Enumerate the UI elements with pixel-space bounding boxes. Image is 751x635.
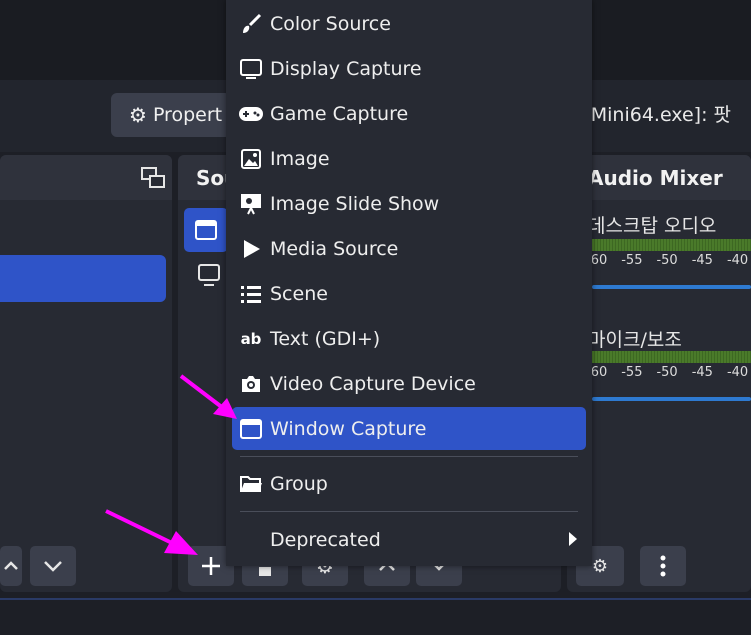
menu-item-group[interactable]: Group — [232, 462, 586, 505]
gears-icon: ⚙ — [591, 555, 609, 577]
menu-item-deprecated[interactable]: Deprecated — [232, 518, 586, 561]
volume-meter — [592, 239, 751, 251]
meter-ticks: -60 -55 -50 -45 -40 — [586, 253, 749, 268]
menu-separator — [240, 511, 578, 512]
volume-slider[interactable] — [592, 397, 751, 401]
status-bar — [0, 598, 751, 635]
menu-item-display-capture[interactable]: Display Capture — [232, 47, 586, 90]
properties-button[interactable]: ⚙ Propert — [111, 93, 231, 137]
volume-meter — [592, 351, 751, 363]
chevron-down-icon — [44, 561, 62, 572]
menu-item-media-source[interactable]: Media Source — [232, 227, 586, 270]
play-icon — [232, 238, 270, 260]
list-icon — [232, 284, 270, 304]
brush-icon — [232, 13, 270, 35]
undock-icon[interactable] — [141, 167, 165, 189]
gamepad-icon — [232, 106, 270, 122]
annotation-arrow-add-button — [105, 509, 198, 555]
volume-slider[interactable] — [592, 285, 751, 289]
gear-icon: ⚙ — [129, 103, 147, 127]
menu-item-color-source[interactable]: Color Source — [232, 2, 586, 45]
menu-item-scene[interactable]: Scene — [232, 272, 586, 315]
scene-move-down-button[interactable] — [30, 546, 76, 586]
menu-item-image-slide-show[interactable]: Image Slide Show — [232, 182, 586, 225]
menu-item-image[interactable]: Image — [232, 137, 586, 180]
audio-mixer-title: Audio Mixer — [588, 166, 723, 190]
properties-label: Propert — [152, 104, 223, 126]
image-icon — [232, 148, 270, 170]
scene-item-selected[interactable] — [0, 255, 166, 302]
annotation-arrow-window-capture — [179, 374, 237, 419]
submenu-arrow-icon — [568, 531, 578, 551]
monitor-icon — [198, 264, 220, 286]
chevron-up-icon — [4, 561, 18, 570]
menu-item-video-capture-device[interactable]: Video Capture Device — [232, 362, 586, 405]
source-item-display-capture[interactable] — [196, 262, 222, 292]
mixer-menu-button[interactable] — [640, 546, 686, 586]
folder-icon — [232, 474, 270, 494]
slideshow-icon — [232, 192, 270, 216]
source-item-window-capture[interactable] — [184, 208, 228, 252]
plus-icon — [202, 557, 220, 575]
text-icon: ab — [240, 329, 262, 348]
kebab-menu-icon — [660, 555, 666, 577]
menu-item-game-capture[interactable]: Game Capture — [232, 92, 586, 135]
meter-ticks: -60 -55 -50 -45 -40 — [586, 365, 749, 380]
window-icon — [195, 220, 217, 240]
menu-item-window-capture[interactable]: Window Capture — [232, 407, 586, 450]
menu-item-text-gdi[interactable]: ab Text (GDI+) — [232, 317, 586, 360]
mixer-channel-label: 데스크탑 오디오 — [588, 215, 717, 237]
monitor-icon — [232, 58, 270, 80]
scene-move-up-button[interactable] — [0, 546, 22, 586]
mixer-channel-label: 마이크/보조 — [588, 329, 682, 351]
menu-separator — [240, 456, 578, 457]
